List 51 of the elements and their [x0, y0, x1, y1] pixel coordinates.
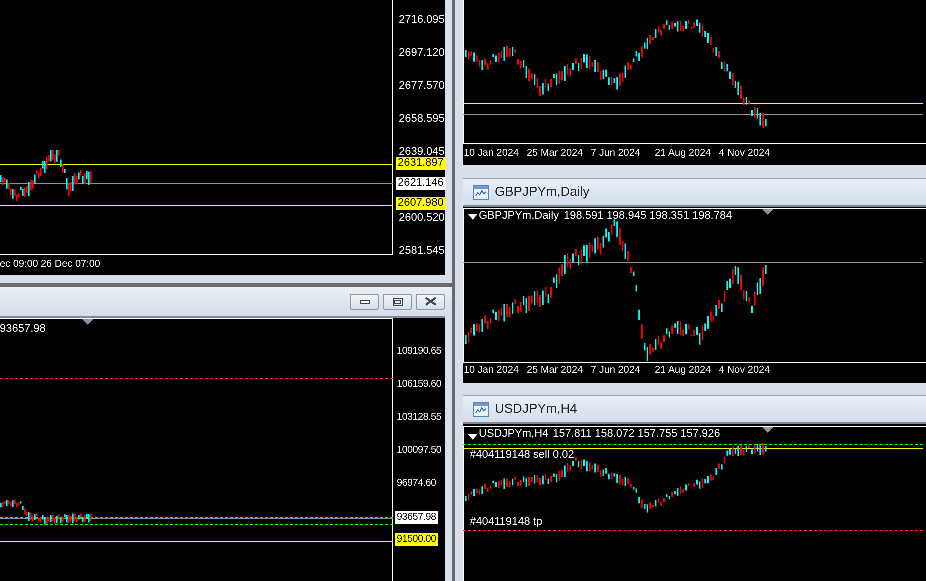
time-label: 7 Jun 2024	[591, 147, 640, 160]
symbol-label: USDJPYm,H4	[479, 428, 549, 440]
window-title: USDJPYm,H4	[495, 400, 578, 418]
restore-button[interactable]	[383, 294, 412, 310]
time-label: 4 Nov 2024	[719, 147, 770, 160]
price-label: 2677.570	[399, 80, 445, 93]
shift-marker-icon	[762, 209, 774, 215]
price-tag: 91500.00	[395, 533, 438, 546]
price-label: 2658.595	[399, 113, 445, 126]
quote-text: 93657.98	[0, 323, 46, 336]
price-label: 100097.50	[397, 444, 442, 457]
price-label: 2716.095	[399, 14, 445, 27]
price-label: 103128.55	[397, 411, 442, 424]
price-label: 96974.60	[397, 477, 436, 490]
order-label: #404119148 sell 0.02	[470, 449, 574, 461]
time-label: 25 Mar 2024	[527, 364, 584, 377]
symbol-label: GBPJPYm,Daily	[479, 210, 560, 223]
close-icon	[424, 297, 436, 306]
price-label: 2639.045	[399, 146, 445, 158]
price-tag: 2607.980	[396, 197, 446, 210]
time-label: 10 Jan 2024	[464, 147, 520, 160]
minimize-icon	[360, 300, 370, 304]
price-label: 106159.60	[397, 378, 442, 391]
time-label: 21 Aug 2024	[655, 147, 712, 160]
time-label: 7 Jun 2024	[591, 364, 640, 377]
shift-marker-icon	[82, 319, 94, 325]
close-button[interactable]	[416, 294, 445, 310]
time-label: 25 Mar 2024	[527, 147, 584, 160]
order-label: #404119148 tp	[470, 516, 543, 528]
price-tag: 2621.146	[396, 177, 446, 190]
minimize-button[interactable]	[350, 294, 379, 310]
price-tag: 2631.897	[396, 157, 446, 170]
time-label: 21 Aug 2024	[655, 364, 712, 377]
chart-window-icon	[473, 184, 489, 200]
price-label: 2697.120	[399, 47, 445, 60]
price-tag: 93657.98	[395, 511, 438, 524]
quote-text: 157.811 158.072 157.755 157.926	[553, 428, 720, 440]
time-label: 26 Dec 07:00	[41, 258, 100, 271]
dropdown-triangle-icon	[468, 214, 478, 220]
restore-icon	[392, 298, 402, 306]
price-label: 2600.520	[399, 212, 445, 225]
chart-window-icon	[473, 402, 489, 416]
time-label: 10 Jan 2024	[464, 364, 520, 377]
time-label: ec 09:00	[0, 258, 38, 271]
window-title: GBPJPYm,Daily	[495, 183, 590, 202]
dropdown-triangle-icon	[468, 434, 478, 440]
time-label: 4 Nov 2024	[719, 364, 770, 377]
shift-marker-icon	[762, 427, 774, 433]
price-label: 109190.65	[397, 345, 442, 358]
price-label: 2581.545	[399, 245, 445, 258]
quote-text: 198.591 198.945 198.351 198.784	[564, 210, 732, 223]
